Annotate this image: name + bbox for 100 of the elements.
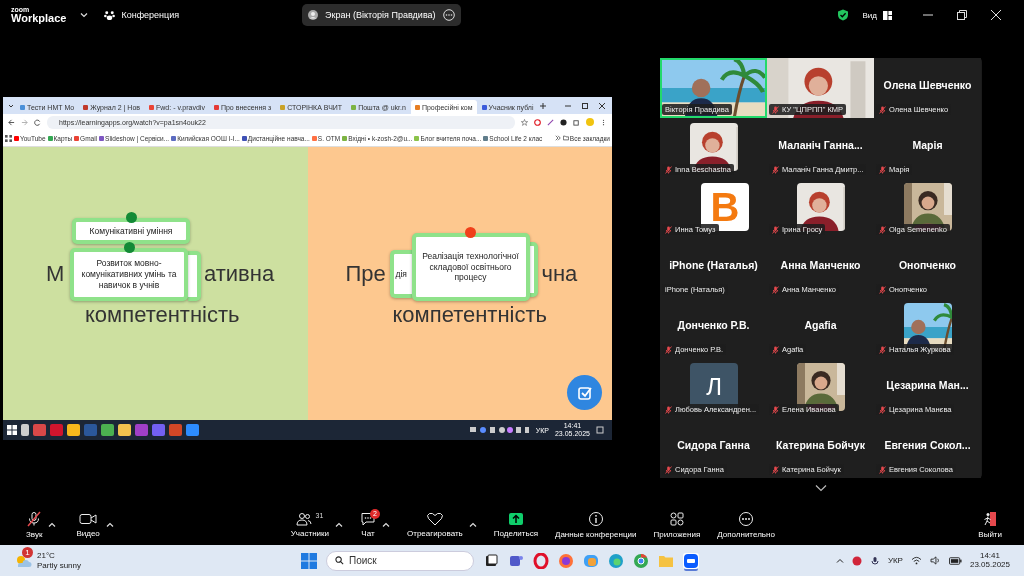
muted-mic-icon: [772, 405, 779, 414]
muted-mic-icon: [772, 165, 779, 174]
participant-name: Олена Шевченко: [882, 79, 973, 91]
taskbar-app-icon[interactable]: [186, 424, 199, 437]
caret-icon[interactable]: [382, 521, 390, 529]
meeting-label[interactable]: Конференция: [121, 10, 180, 20]
shield-icon[interactable]: [836, 9, 849, 21]
chat-icon: [360, 512, 376, 526]
info-icon: [587, 511, 604, 527]
audio-button[interactable]: Звук: [26, 511, 43, 539]
category-title: М: [46, 262, 65, 285]
clock[interactable]: 14:41 23.05.2025: [969, 551, 1010, 570]
muted-mic-icon: [665, 405, 672, 414]
reload-icon[interactable]: [34, 118, 41, 126]
apps-button[interactable]: Приложения: [653, 511, 701, 539]
weather-widget[interactable]: 21°C Partly sunny: [37, 550, 82, 571]
avatar-icon: [308, 10, 319, 20]
layout-icon: [883, 10, 892, 20]
screen-share-pill[interactable]: Экран (Вікторія Правдива): [302, 4, 462, 26]
muted-mic-icon: [879, 345, 886, 354]
caret-icon[interactable]: [80, 11, 89, 19]
caret-icon[interactable]: [48, 521, 57, 529]
share-screen-icon: [507, 512, 524, 526]
firefox-icon[interactable]: [558, 552, 575, 569]
more-icon[interactable]: [443, 9, 456, 21]
restore-icon: [956, 9, 968, 21]
menu-icon[interactable]: [600, 118, 607, 126]
star-icon[interactable]: [521, 118, 528, 126]
weather-icon[interactable]: [14, 553, 32, 568]
muted-mic-icon: [772, 225, 779, 234]
taskbar-app-icon[interactable]: [21, 424, 29, 437]
muted-mic-icon: [879, 165, 886, 174]
exit-door-icon: [982, 511, 999, 527]
tray-app-icon[interactable]: [851, 555, 862, 566]
more-icon: [738, 511, 755, 527]
participant-name: iPhone (Наталья): [668, 259, 759, 271]
restore-button[interactable]: [956, 9, 968, 21]
close-button[interactable]: [990, 9, 1002, 21]
restore-icon[interactable]: [581, 101, 589, 110]
meeting-info-button[interactable]: Данные конференции: [555, 511, 637, 539]
answer-card[interactable]: Реалізація технологічної складової освітнього процесу: [411, 232, 530, 301]
notification-badge: 1: [22, 546, 33, 558]
muted-mic-icon: [772, 465, 779, 474]
wifi-icon[interactable]: [910, 556, 922, 565]
muted-mic-icon: [879, 465, 886, 474]
battery-icon[interactable]: [948, 556, 962, 565]
category-title: ативна: [204, 262, 275, 285]
tray-icons-drawing: [469, 426, 530, 435]
pen-icon[interactable]: [547, 118, 554, 126]
apps-grid-icon[interactable]: [5, 134, 12, 142]
zoom-app-icon[interactable]: [683, 552, 700, 569]
close-icon: [990, 9, 1002, 21]
muted-mic-icon: [879, 225, 886, 234]
answer-card[interactable]: Комунікативні уміння: [72, 217, 190, 244]
chevron-up-icon[interactable]: [835, 556, 844, 565]
muted-mic-icon: [665, 165, 672, 174]
caret-icon[interactable]: [335, 521, 343, 529]
new-tab-icon[interactable]: [538, 101, 547, 110]
mic-icon[interactable]: [869, 555, 880, 566]
chevron-down-icon[interactable]: [815, 484, 827, 492]
react-button[interactable]: Отреагировать: [407, 512, 463, 538]
muted-mic-icon: [665, 345, 672, 354]
answer-card[interactable]: дія: [389, 249, 412, 298]
muted-mic-icon: [879, 285, 886, 294]
participant-name: Донченко Р.В.: [676, 319, 751, 331]
start-icon[interactable]: [301, 552, 318, 569]
search-field[interactable]: Поиск: [326, 550, 475, 571]
chevrons-icon[interactable]: [554, 135, 561, 142]
extension-icon[interactable]: [560, 118, 567, 126]
participant-name: Сидора Ганна: [676, 439, 751, 451]
video-button[interactable]: Видео: [76, 512, 100, 538]
task-view-icon[interactable]: [483, 552, 500, 569]
windows-icon[interactable]: [7, 425, 17, 436]
opera-icon[interactable]: [533, 552, 550, 569]
participant-name: Маланіч Ганна...: [777, 139, 864, 151]
caret-icon[interactable]: [468, 521, 477, 529]
language-indicator[interactable]: УКР: [887, 556, 903, 565]
chrome-icon[interactable]: [633, 552, 650, 569]
close-icon[interactable]: [598, 101, 606, 110]
category-title: компетентність: [85, 303, 240, 326]
taskbar-app-icon[interactable]: [118, 424, 131, 437]
muted-mic-icon: [879, 405, 886, 414]
view-button[interactable]: Вид: [862, 10, 892, 20]
paw-icon[interactable]: [104, 9, 116, 21]
back-icon[interactable]: [8, 118, 15, 126]
muted-mic-icon: [772, 345, 779, 354]
category-title: Пре: [345, 262, 386, 285]
muted-mic-icon: [772, 285, 779, 294]
participant-name: Онопченко: [897, 259, 958, 271]
participant-name: Agafia: [803, 319, 838, 331]
share-button[interactable]: Поделиться: [493, 512, 538, 538]
caret-icon[interactable]: [105, 521, 114, 529]
taskbar-app-icon[interactable]: [101, 424, 114, 437]
answer-card[interactable]: Розвиток мовно-комунікативних умінь та навичок в учнів: [70, 247, 188, 301]
leave-button[interactable]: Выйти: [978, 511, 1002, 539]
more-button[interactable]: Дополнительно: [717, 511, 775, 539]
apps-icon: [668, 511, 685, 527]
taskbar-app-icon[interactable]: [67, 424, 80, 437]
volume-icon[interactable]: [929, 556, 941, 565]
share-label: Экран (Вікторія Правдива): [325, 10, 437, 20]
